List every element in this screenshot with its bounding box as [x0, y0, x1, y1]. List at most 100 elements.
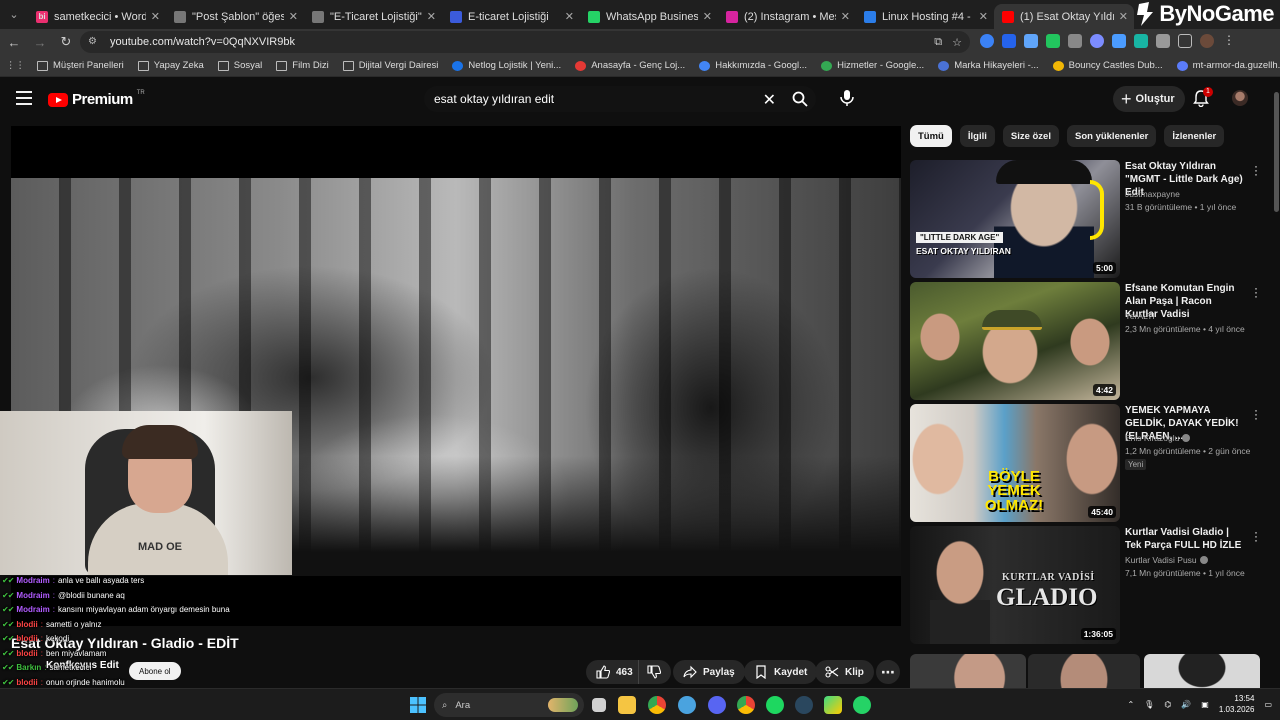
shorts-thumbnail[interactable]	[1028, 654, 1140, 688]
filter-chip[interactable]: Size özel	[1002, 125, 1059, 147]
windows-start-icon[interactable]	[410, 697, 426, 713]
browser-tab[interactable]: "E-Ticaret Lojistiği" öğesin ✕	[304, 4, 442, 29]
volume-icon[interactable]: 🔊	[1181, 700, 1191, 709]
vpn-icon[interactable]	[678, 696, 696, 714]
reading-list-icon[interactable]	[1178, 34, 1192, 48]
tab-close-icon[interactable]: ✕	[151, 10, 160, 23]
browser-tab[interactable]: Linux Hosting #4 - Hostin ✕	[856, 4, 994, 29]
extension-icon[interactable]	[1134, 34, 1148, 48]
bookmark-star-icon[interactable]: ☆	[952, 36, 962, 49]
hamburger-menu-icon[interactable]	[16, 91, 32, 105]
tab-close-icon[interactable]: ✕	[289, 10, 298, 23]
scrollbar-thumb[interactable]	[1274, 92, 1279, 212]
omnibox[interactable]: ⚙ youtube.com/watch?v=0QqNXVIR9bk ⧉ ☆	[80, 31, 970, 53]
bookmark-item[interactable]: Sosyal	[217, 60, 262, 71]
filter-chip[interactable]: İlgili	[959, 125, 995, 147]
voice-search-icon[interactable]	[838, 89, 856, 107]
bookmark-item[interactable]: Film Dizi	[276, 60, 329, 71]
extension-icon[interactable]	[1024, 34, 1038, 48]
site-info-icon[interactable]: ⚙	[88, 36, 100, 48]
search-icon[interactable]	[792, 91, 808, 107]
notification-center-icon[interactable]: ▭	[1264, 700, 1272, 709]
extension-icon[interactable]	[980, 34, 994, 48]
tab-close-icon[interactable]: ✕	[841, 10, 850, 23]
install-app-icon[interactable]: ⧉	[934, 36, 942, 49]
url-text[interactable]: youtube.com/watch?v=0QqNXVIR9bk	[110, 36, 295, 48]
extension-icon[interactable]	[1090, 34, 1104, 48]
tray-app-icon[interactable]: ▣	[1201, 700, 1209, 709]
browser-tab[interactable]: "Post Şablon" öğesini Ele ✕	[166, 4, 304, 29]
browser-tab[interactable]: (2) Instagram • Mesajlar ✕	[718, 4, 856, 29]
recommended-video[interactable]: KURTLAR VADİSİ GLADIO 1:36:05 Kurtlar Va…	[910, 526, 1260, 644]
browser-tab[interactable]: (1) Esat Oktay Yıldıran ✕	[994, 4, 1134, 29]
filter-chip[interactable]: Tümü	[910, 125, 952, 147]
discord-icon[interactable]	[708, 696, 726, 714]
bookmark-item[interactable]: mt-armor-da.guzellh...	[1176, 60, 1280, 71]
recommended-video[interactable]: BÖYLE YEMEK OLMAZ! 45:40 YEMEK YAPMAYA G…	[910, 404, 1260, 522]
more-options-icon[interactable]: · · ·	[1254, 282, 1258, 302]
download-icon[interactable]	[1112, 34, 1126, 48]
more-options-icon[interactable]: · · ·	[1254, 526, 1258, 546]
whatsapp-icon[interactable]	[853, 696, 871, 714]
browser-menu-icon[interactable]: ⋮	[1222, 34, 1236, 48]
tab-close-icon[interactable]: ✕	[703, 10, 712, 23]
recommended-channel[interactable]: YerALTI	[1125, 311, 1155, 321]
search-input[interactable]: esat oktay yıldıran edit	[434, 92, 554, 106]
recommended-channel[interactable]: Enis Kirazoglu	[1125, 433, 1191, 443]
recommended-video[interactable]: 4:42 Efsane Komutan Engin Alan Paşa | Ra…	[910, 282, 1260, 400]
taskbar-search[interactable]: ⌕ Ara	[434, 693, 584, 717]
recommended-channel[interactable]: Kurtlar Vadisi Pusu	[1125, 555, 1208, 565]
bookmark-item[interactable]: Netlog Lojistik | Yeni...	[452, 60, 561, 71]
clip-button[interactable]: Klip	[815, 660, 874, 684]
microphone-icon[interactable]: 🎙	[1144, 700, 1154, 709]
bookmark-item[interactable]: Hakkımızda - Googl...	[699, 60, 807, 71]
tab-close-icon[interactable]: ✕	[1119, 10, 1128, 23]
more-options-icon[interactable]: · · ·	[1254, 404, 1258, 424]
save-button[interactable]: Kaydet	[744, 660, 818, 684]
profile-avatar[interactable]	[1200, 34, 1214, 48]
more-actions-button[interactable]: ⋯	[876, 660, 900, 684]
browser-tab[interactable]: bi sametkecici • Wordpress ✕	[28, 4, 166, 29]
bookmark-item[interactable]: Anasayfa - Genç Loj...	[575, 60, 685, 71]
reload-button[interactable]: ↻	[54, 30, 78, 54]
browser-tab[interactable]: E-ticaret Lojistiği ✕	[442, 4, 580, 29]
chrome-active-icon[interactable]	[737, 696, 755, 714]
video-thumbnail[interactable]: 4:42	[910, 282, 1120, 400]
tab-close-icon[interactable]: ✕	[427, 10, 436, 23]
page-scrollbar[interactable]	[1272, 88, 1280, 688]
dislike-button[interactable]	[638, 660, 671, 684]
youtube-logo[interactable]: Premium TR	[48, 90, 145, 108]
search-box[interactable]: esat oktay yıldıran edit ✕	[424, 86, 816, 112]
more-options-icon[interactable]: · · ·	[1254, 160, 1258, 180]
bookmark-item[interactable]: Dijital Vergi Dairesi	[342, 60, 438, 71]
task-view-icon[interactable]	[592, 698, 606, 712]
filter-chip[interactable]: Son yüklenenler	[1066, 125, 1157, 147]
bookmark-item[interactable]: Bouncy Castles Dub...	[1052, 60, 1163, 71]
back-button[interactable]: ←	[2, 30, 26, 54]
clear-search-icon[interactable]: ✕	[763, 90, 776, 110]
steam-icon[interactable]	[795, 696, 813, 714]
tab-close-icon[interactable]: ✕	[979, 10, 988, 23]
chrome-icon[interactable]	[648, 696, 666, 714]
camera-icon[interactable]	[1068, 34, 1082, 48]
recommended-title[interactable]: Kurtlar Vadisi Gladio | Tek Parça FULL H…	[1125, 526, 1245, 552]
file-explorer-icon[interactable]	[618, 696, 636, 714]
tray-overflow-icon[interactable]: ⌃	[1127, 700, 1134, 709]
puzzle-icon[interactable]	[1156, 34, 1170, 48]
play-app-icon[interactable]	[824, 696, 842, 714]
shorts-thumbnail[interactable]	[1144, 654, 1260, 688]
network-icon[interactable]: ⌬	[1164, 700, 1171, 709]
video-thumbnail[interactable]: KURTLAR VADİSİ GLADIO 1:36:05	[910, 526, 1120, 644]
share-button[interactable]: Paylaş	[673, 660, 745, 684]
bookmark-item[interactable]: Yapay Zeka	[137, 60, 204, 71]
filter-chip[interactable]: İzlenenler	[1164, 125, 1225, 147]
browser-tab[interactable]: WhatsApp Business ✕	[580, 4, 718, 29]
video-thumbnail[interactable]: BÖYLE YEMEK OLMAZ! 45:40	[910, 404, 1120, 522]
tab-search-button[interactable]: ⌄	[0, 0, 28, 29]
tab-close-icon[interactable]: ✕	[565, 10, 574, 23]
recommended-channel[interactable]: Justmaxpayne	[1125, 189, 1180, 199]
video-thumbnail[interactable]: "LITTLE DARK AGE" ESAT OKTAY YILDIRAN 5:…	[910, 160, 1120, 278]
extension-icon[interactable]	[1002, 34, 1016, 48]
spotify-icon[interactable]	[766, 696, 784, 714]
apps-icon[interactable]: ⋮⋮	[6, 60, 25, 71]
